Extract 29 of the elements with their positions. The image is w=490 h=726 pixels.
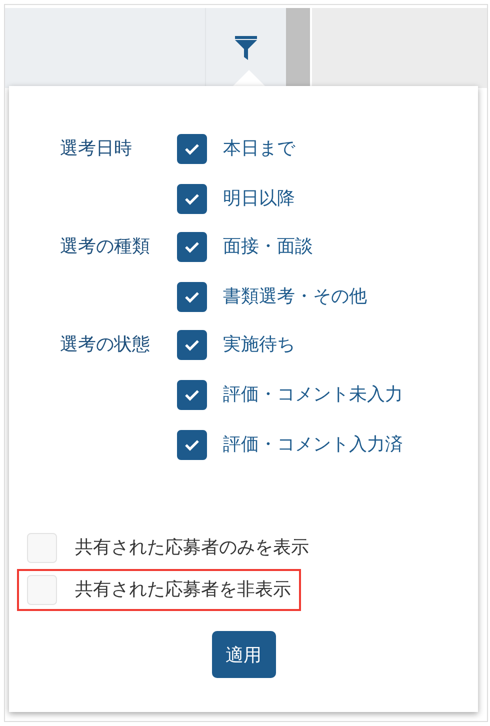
- check-icon: [184, 143, 200, 155]
- checkbox[interactable]: [177, 134, 207, 164]
- option-label: 面接・面談: [223, 235, 313, 259]
- check-icon: [184, 339, 200, 351]
- option-label: 評価・コメント未入力: [223, 383, 403, 407]
- apply-button[interactable]: 適用: [212, 631, 276, 678]
- checkbox[interactable]: [177, 430, 207, 460]
- option-label: 本日まで: [223, 137, 295, 161]
- group-label: 選考の状態: [59, 333, 151, 357]
- check-icon: [184, 193, 200, 205]
- option-label: 実施待ち: [223, 333, 295, 357]
- option-label: 評価・コメント入力済: [223, 433, 403, 457]
- check-icon: [184, 241, 200, 253]
- group-label: 選考の種類: [59, 235, 151, 259]
- checkbox[interactable]: [177, 330, 207, 360]
- option-label: 共有された応募者を非表示: [75, 578, 291, 602]
- check-icon: [184, 291, 200, 303]
- option-label: 共有された応募者のみを表示: [75, 536, 309, 560]
- checkbox[interactable]: [177, 380, 207, 410]
- option-label: 明日以降: [223, 187, 295, 211]
- check-icon: [184, 439, 200, 451]
- checkbox[interactable]: [177, 232, 207, 262]
- scrollbar[interactable]: [286, 8, 312, 88]
- checkbox[interactable]: [177, 184, 207, 214]
- check-icon: [184, 389, 200, 401]
- filter-icon[interactable]: [235, 36, 257, 60]
- checkbox[interactable]: [177, 282, 207, 312]
- option-label: 書類選考・その他: [223, 285, 367, 309]
- group-label: 選考日時: [59, 137, 133, 161]
